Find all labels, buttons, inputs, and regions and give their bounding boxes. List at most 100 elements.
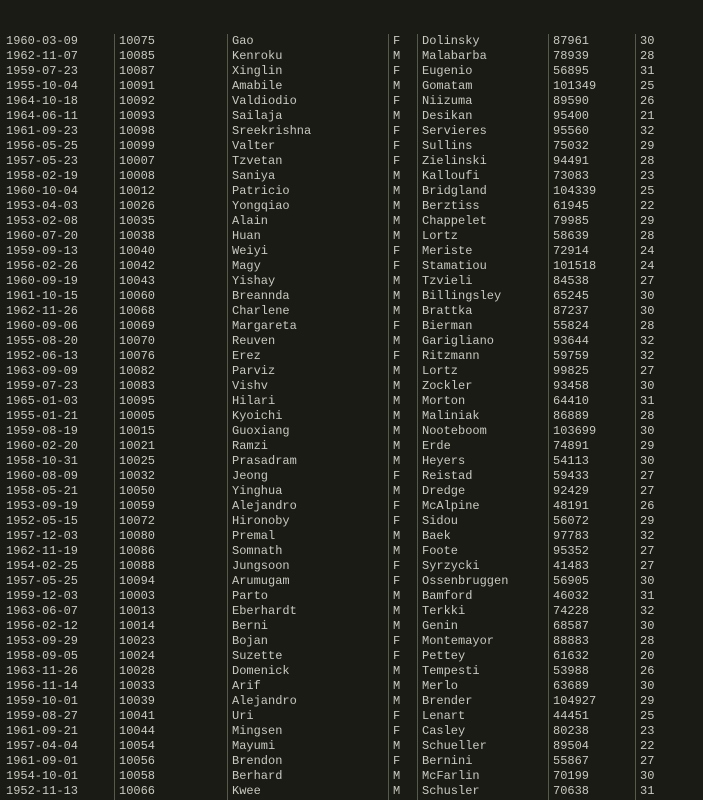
cell: 55824	[549, 319, 636, 334]
cell: 1960-03-09	[6, 34, 115, 49]
cell: Garigliano	[418, 334, 549, 349]
cell: Kwee	[228, 784, 389, 799]
cell: M	[389, 784, 418, 799]
cell: 64410	[549, 394, 636, 409]
cell: 30	[636, 769, 684, 784]
cell: Genin	[418, 619, 549, 634]
cell: Berhard	[228, 769, 389, 784]
table-row: 1964-10-1810092ValdiodioFNiizuma8959026	[6, 94, 697, 109]
cell: F	[389, 469, 418, 484]
cell: 10056	[115, 754, 228, 769]
cell: M	[389, 394, 418, 409]
cell: Chappelet	[418, 214, 549, 229]
cell: Baek	[418, 529, 549, 544]
cell: 41483	[549, 559, 636, 574]
table-row: 1963-06-0710013EberhardtMTerkki7422832	[6, 604, 697, 619]
cell: 24	[636, 244, 684, 259]
cell: Alejandro	[228, 694, 389, 709]
cell: 1959-08-19	[6, 424, 115, 439]
cell: 86889	[549, 409, 636, 424]
table-row: 1952-11-1310066KweeMSchusler7063831	[6, 784, 697, 799]
cell: 10039	[115, 694, 228, 709]
cell: F	[389, 709, 418, 724]
cell: 70638	[549, 784, 636, 799]
cell: 1952-11-13	[6, 784, 115, 799]
cell: M	[389, 229, 418, 244]
cell: F	[389, 319, 418, 334]
cell: M	[389, 199, 418, 214]
cell: Tzvieli	[418, 274, 549, 289]
cell: Zielinski	[418, 154, 549, 169]
cell: Heyers	[418, 454, 549, 469]
cell: 89590	[549, 94, 636, 109]
cell: Tzvetan	[228, 154, 389, 169]
cell: 10068	[115, 304, 228, 319]
cell: 1956-11-14	[6, 679, 115, 694]
cell: 1960-08-09	[6, 469, 115, 484]
cell: 27	[636, 274, 684, 289]
cell: F	[389, 574, 418, 589]
cell: 28	[636, 49, 684, 64]
cell: 87961	[549, 34, 636, 49]
cell: M	[389, 364, 418, 379]
cell: 1956-02-26	[6, 259, 115, 274]
cell: Margareta	[228, 319, 389, 334]
cell: Yishay	[228, 274, 389, 289]
cell: 53988	[549, 664, 636, 679]
cell: Lortz	[418, 229, 549, 244]
cell: M	[389, 529, 418, 544]
cell: M	[389, 304, 418, 319]
cell: 23	[636, 169, 684, 184]
cell: Schusler	[418, 784, 549, 799]
table-row: 1954-02-2510088JungsoonFSyrzycki4148327	[6, 559, 697, 574]
cell: 22	[636, 739, 684, 754]
cell: 1953-09-19	[6, 499, 115, 514]
table-row: 1961-09-2110044MingsenFCasley8023823	[6, 724, 697, 739]
table-row: 1953-09-1910059AlejandroFMcAlpine4819126	[6, 499, 697, 514]
cell: M	[389, 289, 418, 304]
cell: 10013	[115, 604, 228, 619]
table-row: 1953-02-0810035AlainMChappelet7998529	[6, 214, 697, 229]
cell: 30	[636, 304, 684, 319]
cell: 10007	[115, 154, 228, 169]
cell: Eugenio	[418, 64, 549, 79]
cell: 10008	[115, 169, 228, 184]
cell: 101518	[549, 259, 636, 274]
cell: 10054	[115, 739, 228, 754]
cell: Parviz	[228, 364, 389, 379]
cell: 56905	[549, 574, 636, 589]
cell: 10086	[115, 544, 228, 559]
cell: 1955-08-20	[6, 334, 115, 349]
cell: Reuven	[228, 334, 389, 349]
cell: Parto	[228, 589, 389, 604]
table-row: 1962-11-2610068CharleneMBrattka8723730	[6, 304, 697, 319]
cell: Nooteboom	[418, 424, 549, 439]
cell: 1958-09-05	[6, 649, 115, 664]
cell: F	[389, 34, 418, 49]
cell: F	[389, 754, 418, 769]
cell: 73083	[549, 169, 636, 184]
cell: Sidou	[418, 514, 549, 529]
cell: F	[389, 139, 418, 154]
cell: 10012	[115, 184, 228, 199]
cell: 10025	[115, 454, 228, 469]
cell: 30	[636, 679, 684, 694]
cell: 20	[636, 649, 684, 664]
cell: 30	[636, 619, 684, 634]
cell: 54113	[549, 454, 636, 469]
cell: F	[389, 64, 418, 79]
cell: 10060	[115, 289, 228, 304]
cell: 103699	[549, 424, 636, 439]
cell: 56895	[549, 64, 636, 79]
table-row: 1961-10-1510060BreanndaMBillingsley65245…	[6, 289, 697, 304]
cell: 23	[636, 724, 684, 739]
cell: 61945	[549, 199, 636, 214]
table-row: 1958-10-3110025PrasadramMHeyers5411330	[6, 454, 697, 469]
cell: F	[389, 259, 418, 274]
cell: 92429	[549, 484, 636, 499]
cell: Hironoby	[228, 514, 389, 529]
cell: 10098	[115, 124, 228, 139]
cell: 27	[636, 559, 684, 574]
cell: 1954-10-01	[6, 769, 115, 784]
cell: 10083	[115, 379, 228, 394]
